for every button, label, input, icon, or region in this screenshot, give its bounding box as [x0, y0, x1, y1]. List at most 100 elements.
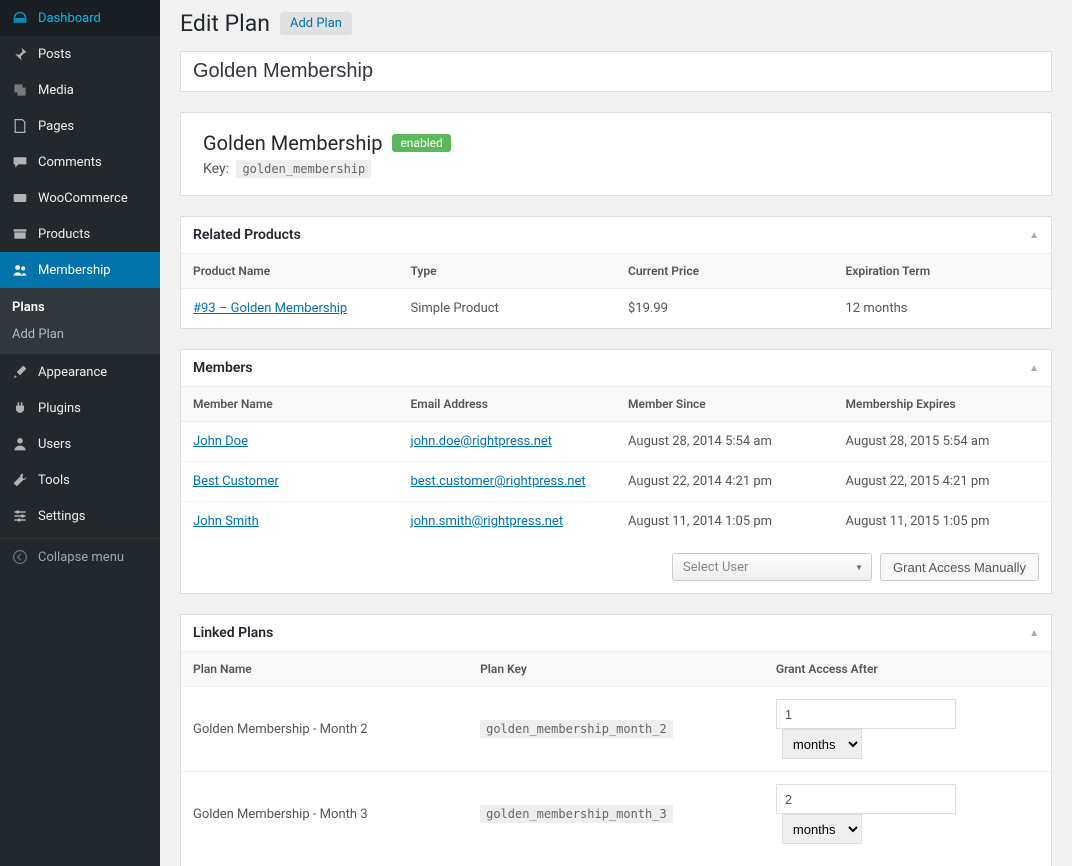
- panel-toggle-icon[interactable]: ▲: [1029, 628, 1039, 639]
- panel-title: Members: [193, 360, 253, 376]
- sidebar-item-plugins[interactable]: Plugins: [0, 390, 160, 426]
- plug-icon: [10, 398, 30, 418]
- linked-plan-name: Golden Membership - Month 2: [181, 687, 468, 772]
- grant-unit-select[interactable]: months: [782, 729, 862, 759]
- table-row: John Doe john.doe@rightpress.net August …: [181, 422, 1051, 462]
- sidebar-item-comments[interactable]: Comments: [0, 144, 160, 180]
- col-grant: Grant Access After: [764, 652, 1051, 687]
- sidebar-item-label: WooCommerce: [38, 191, 128, 206]
- dashboard-icon: [10, 8, 30, 28]
- collapse-menu-label: Collapse menu: [38, 550, 124, 565]
- sidebar-item-pages[interactable]: Pages: [0, 108, 160, 144]
- col-member-name: Member Name: [181, 387, 399, 422]
- woocommerce-icon: [10, 188, 30, 208]
- brush-icon: [10, 362, 30, 382]
- col-plan-key: Plan Key: [468, 652, 764, 687]
- admin-sidebar: Dashboard Posts Media Pages Comments Woo…: [0, 0, 160, 866]
- sliders-icon: [10, 506, 30, 526]
- panel-toggle-icon[interactable]: ▲: [1029, 363, 1039, 374]
- sidebar-item-label: Media: [38, 83, 74, 98]
- key-value: golden_membership: [236, 160, 371, 178]
- users-icon: [10, 260, 30, 280]
- sidebar-item-woocommerce[interactable]: WooCommerce: [0, 180, 160, 216]
- panel-title: Linked Plans: [193, 625, 273, 641]
- email-link[interactable]: best.customer@rightpress.net: [411, 474, 586, 489]
- sidebar-item-tools[interactable]: Tools: [0, 462, 160, 498]
- sidebar-item-label: Appearance: [38, 365, 107, 380]
- email-link[interactable]: john.smith@rightpress.net: [411, 514, 564, 529]
- member-since: August 11, 2014 1:05 pm: [616, 502, 834, 542]
- table-row: John Smith john.smith@rightpress.net Aug…: [181, 502, 1051, 542]
- sidebar-item-label: Pages: [38, 119, 74, 134]
- media-icon: [10, 80, 30, 100]
- grant-value-input[interactable]: [776, 699, 956, 729]
- sidebar-item-appearance[interactable]: Appearance: [0, 354, 160, 390]
- table-row: Golden Membership - Month 2 golden_membe…: [181, 687, 1051, 772]
- sidebar-item-membership[interactable]: Membership: [0, 252, 160, 288]
- col-term: Expiration Term: [834, 254, 1052, 289]
- sidebar-item-users[interactable]: Users: [0, 426, 160, 462]
- sidebar-item-dashboard[interactable]: Dashboard: [0, 0, 160, 36]
- members-panel: Members ▲ Member Name Email Address Memb…: [180, 349, 1052, 594]
- member-since: August 28, 2014 5:54 am: [616, 422, 834, 462]
- sidebar-item-label: Membership: [38, 263, 111, 278]
- submenu-item-add-plan[interactable]: Add Plan: [0, 321, 160, 348]
- plan-title-box: [180, 51, 1052, 92]
- member-link[interactable]: John Smith: [193, 514, 259, 529]
- select-user-dropdown[interactable]: Select User: [672, 553, 872, 581]
- sidebar-item-media[interactable]: Media: [0, 72, 160, 108]
- linked-plan-key: golden_membership_month_3: [480, 805, 673, 823]
- sidebar-item-label: Tools: [38, 473, 70, 488]
- collapse-menu-button[interactable]: Collapse menu: [0, 538, 160, 575]
- product-price: $19.99: [616, 289, 834, 329]
- page-title: Edit Plan: [180, 10, 270, 37]
- col-price: Current Price: [616, 254, 834, 289]
- related-products-panel: Related Products ▲ Product Name Type Cur…: [180, 216, 1052, 329]
- linked-plan-name: Golden Membership - Month 3: [181, 772, 468, 857]
- key-label: Key:: [203, 161, 229, 177]
- page-icon: [10, 116, 30, 136]
- linked-plans-panel: Linked Plans ▲ Plan Name Plan Key Grant …: [180, 614, 1052, 866]
- col-since: Member Since: [616, 387, 834, 422]
- col-email: Email Address: [399, 387, 617, 422]
- table-row: #93 – Golden Membership Simple Product $…: [181, 289, 1051, 329]
- plan-title-input[interactable]: [193, 60, 1039, 83]
- grant-unit-select[interactable]: months: [782, 814, 862, 844]
- sidebar-item-label: Products: [38, 227, 90, 242]
- sidebar-item-label: Comments: [38, 155, 102, 170]
- add-plan-button[interactable]: Add Plan: [280, 12, 352, 35]
- table-row: Golden Membership - Month 3 golden_membe…: [181, 772, 1051, 857]
- related-products-table: Product Name Type Current Price Expirati…: [181, 254, 1051, 328]
- collapse-icon: [10, 547, 30, 567]
- grant-access-button[interactable]: Grant Access Manually: [880, 553, 1039, 581]
- sidebar-item-label: Users: [38, 437, 71, 452]
- sidebar-item-settings[interactable]: Settings: [0, 498, 160, 534]
- archive-icon: [10, 224, 30, 244]
- product-type: Simple Product: [399, 289, 617, 329]
- plan-name-label: Golden Membership: [203, 131, 382, 155]
- col-expires: Membership Expires: [834, 387, 1052, 422]
- product-link[interactable]: #93 – Golden Membership: [193, 301, 347, 316]
- member-since: August 22, 2014 4:21 pm: [616, 462, 834, 502]
- sidebar-item-label: Settings: [38, 509, 85, 524]
- comment-icon: [10, 152, 30, 172]
- email-link[interactable]: john.doe@rightpress.net: [411, 434, 553, 449]
- wrench-icon: [10, 470, 30, 490]
- sidebar-submenu-membership: Plans Add Plan: [0, 288, 160, 354]
- product-term: 12 months: [834, 289, 1052, 329]
- member-expires: August 28, 2015 5:54 am: [834, 422, 1052, 462]
- submenu-item-plans[interactable]: Plans: [0, 294, 160, 321]
- table-row: Best Customer best.customer@rightpress.n…: [181, 462, 1051, 502]
- member-link[interactable]: John Doe: [193, 434, 248, 449]
- status-badge: enabled: [392, 134, 450, 152]
- sidebar-item-products[interactable]: Products: [0, 216, 160, 252]
- linked-plans-table: Plan Name Plan Key Grant Access After Go…: [181, 652, 1051, 856]
- sidebar-item-label: Posts: [38, 47, 71, 62]
- member-expires: August 22, 2015 4:21 pm: [834, 462, 1052, 502]
- select-placeholder: Select User: [683, 560, 748, 575]
- grant-value-input[interactable]: [776, 784, 956, 814]
- panel-toggle-icon[interactable]: ▲: [1029, 230, 1039, 241]
- plan-summary-panel: Golden Membership enabled Key: golden_me…: [180, 112, 1052, 196]
- member-link[interactable]: Best Customer: [193, 474, 279, 489]
- sidebar-item-posts[interactable]: Posts: [0, 36, 160, 72]
